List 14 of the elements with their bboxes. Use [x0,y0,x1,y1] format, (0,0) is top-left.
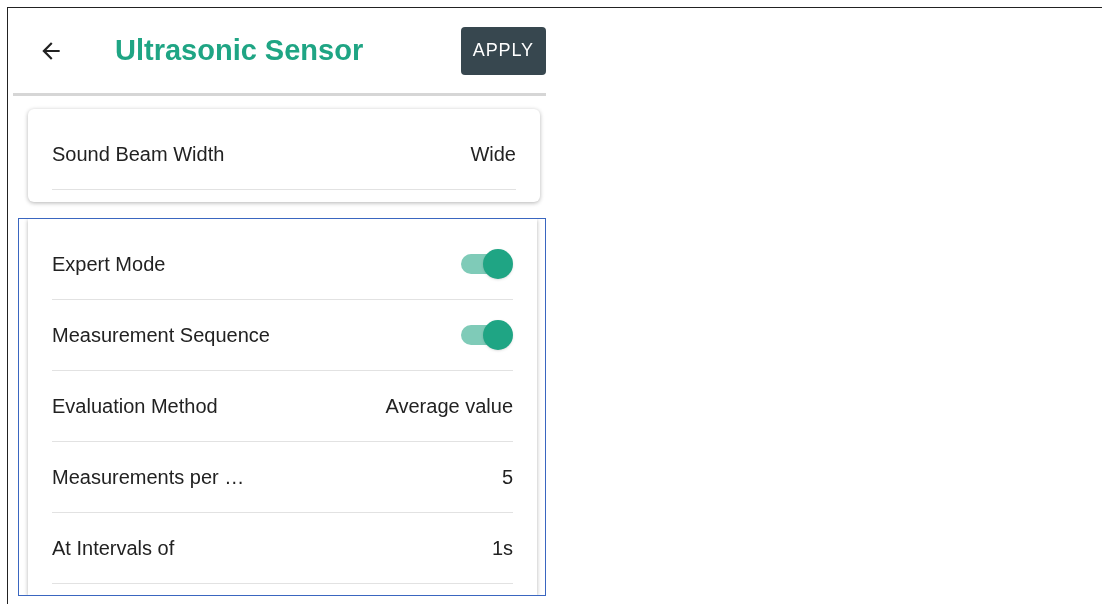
setting-value[interactable]: Wide [470,139,516,169]
toggle-switch[interactable] [459,320,513,350]
setting-label: Sound Beam Width [52,142,225,167]
setting-label: At Intervals of [52,536,175,561]
setting-value[interactable]: Average value [385,391,513,421]
setting-label: Evaluation Method [52,394,218,419]
setting-value[interactable]: 5 [501,462,513,492]
setting-label: Expert Mode [52,252,166,277]
setting-label: Measurement Sequence [52,323,270,348]
setting-value[interactable]: 1s [491,533,513,563]
screen-title: Ultrasonic Sensor [115,32,365,68]
setting-label: Measurements per … [52,465,245,490]
toggle-switch[interactable] [459,249,513,279]
apply-button[interactable]: APPLY [460,26,546,75]
